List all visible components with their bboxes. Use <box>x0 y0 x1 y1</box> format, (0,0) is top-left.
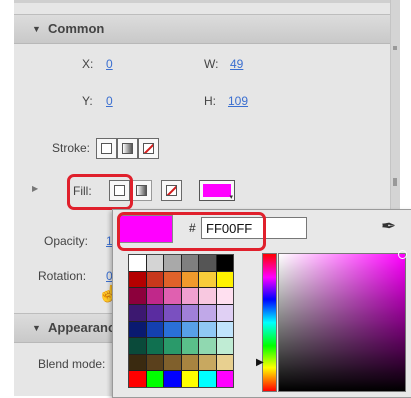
swatch-grid <box>128 254 234 388</box>
color-swatch[interactable] <box>146 288 163 304</box>
fill-none-button[interactable] <box>161 180 182 201</box>
collapse-triangle-icon[interactable]: ▼ <box>32 323 41 333</box>
color-swatch[interactable] <box>216 288 233 304</box>
color-swatch[interactable] <box>129 304 146 321</box>
color-swatch[interactable] <box>181 371 198 387</box>
color-swatch[interactable] <box>164 304 181 321</box>
y-value[interactable]: 0 <box>106 94 113 108</box>
color-swatch[interactable] <box>181 321 198 338</box>
color-swatch[interactable] <box>129 354 146 371</box>
color-swatch[interactable] <box>181 271 198 288</box>
color-swatch[interactable] <box>181 304 198 321</box>
color-swatch[interactable] <box>129 321 146 338</box>
eyedropper-icon[interactable]: ✒ <box>381 216 396 237</box>
color-swatch[interactable] <box>129 338 146 354</box>
x-value[interactable]: 0 <box>106 57 113 71</box>
hex-highlight <box>117 212 266 251</box>
section-title-common: Common <box>48 21 105 36</box>
color-swatch[interactable] <box>216 255 233 271</box>
chevron-down-icon: ▾ <box>229 194 233 201</box>
w-label: W: <box>204 57 219 71</box>
color-swatch[interactable] <box>199 354 216 371</box>
color-swatch[interactable] <box>146 338 163 354</box>
section-header-common[interactable]: ▼ Common <box>14 14 400 44</box>
rotation-label: Rotation: <box>38 269 87 283</box>
color-swatch[interactable] <box>216 371 233 387</box>
color-swatch[interactable] <box>199 288 216 304</box>
color-swatch[interactable] <box>181 288 198 304</box>
color-swatch[interactable] <box>216 271 233 288</box>
color-swatch[interactable] <box>129 288 146 304</box>
fill-highlight <box>67 174 133 210</box>
stroke-gradient-button[interactable] <box>117 138 138 159</box>
x-label: X: <box>82 57 94 71</box>
h-value[interactable]: 109 <box>228 94 248 108</box>
no-color-icon <box>143 143 154 154</box>
color-swatch[interactable] <box>146 321 163 338</box>
color-swatch[interactable] <box>181 338 198 354</box>
y-label: Y: <box>82 94 93 108</box>
color-swatch[interactable] <box>164 288 181 304</box>
color-swatch[interactable] <box>164 354 181 371</box>
gradient-icon <box>122 143 133 154</box>
color-swatch[interactable] <box>146 354 163 371</box>
color-swatch[interactable] <box>181 255 198 271</box>
fill-color-preview <box>203 184 231 197</box>
saturation-brightness-field[interactable] <box>278 253 406 392</box>
color-swatch[interactable] <box>164 271 181 288</box>
color-swatch[interactable] <box>199 255 216 271</box>
color-swatch[interactable] <box>199 338 216 354</box>
fill-color-chip[interactable]: ▾ <box>199 180 235 201</box>
fill-gradient-button[interactable] <box>131 180 152 201</box>
color-swatch[interactable] <box>146 304 163 321</box>
hue-slider[interactable] <box>262 253 277 392</box>
stroke-none-button[interactable] <box>138 138 159 159</box>
collapse-triangle-icon[interactable]: ▼ <box>32 24 41 34</box>
expand-arrow-icon[interactable]: ▶ <box>32 184 38 193</box>
scroll-grip[interactable] <box>393 178 397 186</box>
color-swatch[interactable] <box>146 271 163 288</box>
color-swatch[interactable] <box>164 255 181 271</box>
color-swatch[interactable] <box>199 304 216 321</box>
color-swatch[interactable] <box>164 338 181 354</box>
color-selector-handle[interactable] <box>398 250 407 259</box>
color-swatch[interactable] <box>146 255 163 271</box>
gradient-icon <box>136 185 147 196</box>
color-swatch[interactable] <box>199 271 216 288</box>
color-swatch[interactable] <box>181 354 198 371</box>
opacity-label: Opacity: <box>44 234 89 248</box>
stroke-solid-button[interactable] <box>96 138 117 159</box>
color-swatch[interactable] <box>216 354 233 371</box>
panel-top-border <box>14 0 400 3</box>
color-swatch[interactable] <box>146 371 163 387</box>
color-swatch[interactable] <box>129 271 146 288</box>
hue-pointer-icon[interactable]: ▶ <box>256 357 264 368</box>
h-label: H: <box>204 94 216 108</box>
stroke-label: Stroke: <box>52 141 91 155</box>
color-swatch[interactable] <box>216 321 233 338</box>
no-color-icon <box>166 185 177 196</box>
color-swatch[interactable] <box>216 338 233 354</box>
color-swatch[interactable] <box>216 304 233 321</box>
color-swatch[interactable] <box>199 371 216 387</box>
blend-mode-label: Blend mode: <box>38 357 106 371</box>
solid-color-icon <box>101 143 112 154</box>
color-swatch[interactable] <box>199 321 216 338</box>
color-swatch[interactable] <box>164 321 181 338</box>
color-swatch[interactable] <box>129 371 146 387</box>
section-title-appearance: Appearanc <box>48 320 116 335</box>
scroll-grip-top <box>393 46 397 50</box>
color-swatch[interactable] <box>129 255 146 271</box>
color-swatch[interactable] <box>164 371 181 387</box>
w-value[interactable]: 49 <box>230 57 243 71</box>
